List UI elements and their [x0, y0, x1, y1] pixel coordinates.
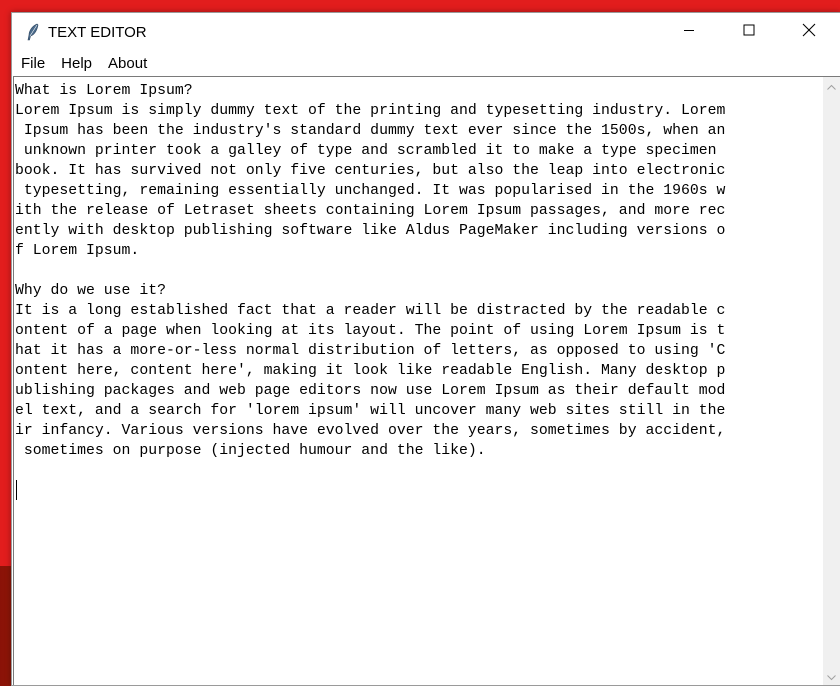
text-line: What is Lorem Ipsum?: [15, 83, 193, 99]
text-line: hat it has a more-or-less normal distrib…: [15, 343, 726, 359]
text-line: Why do we use it?: [15, 283, 166, 299]
menu-file[interactable]: File: [12, 51, 53, 76]
text-line: ontent of a page when looking at its lay…: [15, 323, 726, 339]
text-line: sometimes on purpose (injected humour an…: [15, 443, 486, 459]
text-editor-window: TEXT EDITOR File Help About What is Lore…: [11, 12, 840, 686]
title-bar[interactable]: TEXT EDITOR: [12, 13, 840, 51]
text-editor-area[interactable]: What is Lorem Ipsum? Lorem Ipsum is simpl…: [13, 76, 840, 685]
feather-icon: [25, 23, 41, 41]
maximize-icon: [743, 23, 755, 41]
menu-about[interactable]: About: [100, 51, 155, 76]
text-line: ith the release of Letraset sheets conta…: [15, 203, 726, 219]
chevron-down-icon: [827, 668, 836, 686]
text-line: book. It has survived not only five cent…: [15, 163, 726, 179]
text-line: ontent here, content here', making it lo…: [15, 363, 726, 379]
text-cursor: [16, 480, 17, 500]
maximize-button[interactable]: [726, 13, 772, 51]
window-title: TEXT EDITOR: [48, 24, 147, 41]
text-line: It is a long established fact that a rea…: [15, 303, 726, 319]
menu-help[interactable]: Help: [53, 51, 100, 76]
close-icon: [802, 23, 816, 42]
text-line: ublishing packages and web page editors …: [15, 383, 726, 399]
text-line: Ipsum has been the industry's standard d…: [15, 123, 726, 139]
text-line: unknown printer took a galley of type an…: [15, 143, 717, 159]
vertical-scrollbar[interactable]: [823, 77, 840, 685]
editor-text[interactable]: What is Lorem Ipsum? Lorem Ipsum is simpl…: [15, 81, 821, 681]
chevron-up-icon: [827, 77, 836, 95]
minimize-icon: [683, 23, 695, 41]
close-button[interactable]: [786, 13, 832, 51]
scroll-down-button[interactable]: [823, 668, 840, 685]
text-line: el text, and a search for 'lorem ipsum' …: [15, 403, 726, 419]
text-line: ​: [15, 261, 821, 281]
text-line: Lorem Ipsum is simply dummy text of the …: [15, 103, 726, 119]
minimize-button[interactable]: [666, 13, 712, 51]
scroll-up-button[interactable]: [823, 77, 840, 94]
menu-bar: File Help About: [12, 51, 840, 76]
text-line: typesetting, remaining essentially uncha…: [15, 183, 726, 199]
text-line: f Lorem Ipsum.: [15, 243, 140, 259]
text-line: ently with desktop publishing software l…: [15, 223, 726, 239]
text-line: ir infancy. Various versions have evolve…: [15, 423, 726, 439]
